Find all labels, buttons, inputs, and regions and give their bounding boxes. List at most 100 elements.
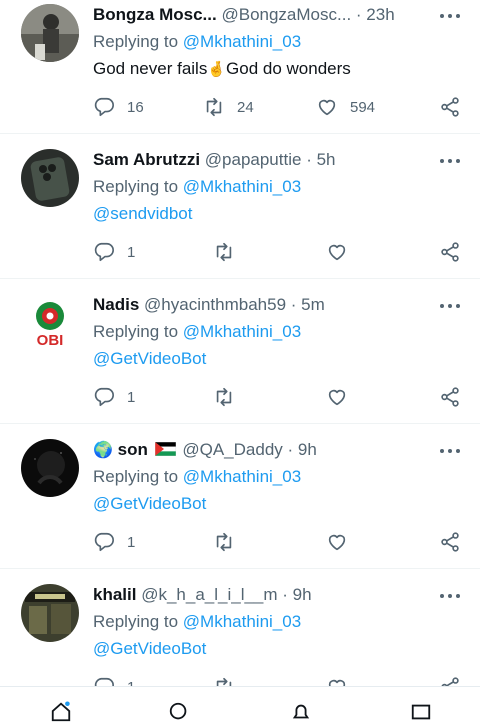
avatar-text: OBI bbox=[37, 332, 64, 349]
reply-icon bbox=[94, 387, 114, 407]
display-name[interactable]: khalil bbox=[93, 585, 136, 604]
bottom-nav-bar bbox=[0, 686, 480, 722]
avatar[interactable] bbox=[21, 584, 79, 642]
like-button[interactable] bbox=[326, 386, 348, 408]
reply-button[interactable]: 1 bbox=[93, 241, 135, 263]
replying-to: Replying to @Mkhathini_03 bbox=[93, 612, 302, 631]
reply-to-link[interactable]: @Mkhathini_03 bbox=[183, 32, 301, 51]
reply-to-link[interactable]: @Mkhathini_03 bbox=[183, 177, 301, 196]
tweet-text: @GetVideoBot bbox=[93, 348, 206, 370]
display-name[interactable]: Bongza Mosc... bbox=[93, 5, 217, 24]
share-icon bbox=[441, 242, 459, 262]
timestamp[interactable]: · 9h bbox=[288, 440, 317, 459]
retweet-icon bbox=[206, 97, 222, 117]
nav-search-icon[interactable] bbox=[168, 701, 190, 723]
handle[interactable]: @k_h_a_l_i_l__m bbox=[141, 585, 277, 604]
tweet-actions: 1 bbox=[93, 531, 465, 553]
share-button[interactable] bbox=[439, 241, 461, 263]
globe-emoji: 🌍 bbox=[93, 442, 113, 459]
like-button[interactable]: 594 bbox=[316, 96, 375, 118]
nav-notifications-icon[interactable] bbox=[290, 701, 312, 723]
replying-to: Replying to @Mkhathini_03 bbox=[93, 322, 302, 341]
retweet-icon bbox=[216, 242, 232, 262]
crossed-fingers-emoji: 🤞 bbox=[207, 61, 227, 78]
reply-icon bbox=[94, 242, 114, 262]
nav-messages-icon[interactable] bbox=[410, 701, 432, 723]
tweet-text: @GetVideoBot bbox=[93, 493, 206, 515]
replying-to: Replying to @Mkhathini_03 bbox=[93, 32, 302, 51]
replying-to: Replying to @Mkhathini_03 bbox=[93, 177, 302, 196]
display-name[interactable]: Sam Abrutzzi bbox=[93, 150, 200, 169]
reply-count: 1 bbox=[127, 243, 136, 261]
handle[interactable]: @BongzaMosc... bbox=[221, 5, 351, 24]
retweet-button[interactable] bbox=[213, 241, 235, 263]
display-name[interactable]: son bbox=[118, 440, 148, 459]
mention-link[interactable]: @GetVideoBot bbox=[93, 494, 206, 513]
handle[interactable]: @QA_Daddy bbox=[182, 440, 282, 459]
mention-link[interactable]: @GetVideoBot bbox=[93, 639, 206, 658]
timestamp[interactable]: · 23h bbox=[356, 5, 395, 24]
share-icon bbox=[441, 387, 459, 407]
like-count: 594 bbox=[350, 98, 376, 116]
timestamp[interactable]: · 5m bbox=[291, 295, 325, 314]
more-options-icon[interactable] bbox=[440, 448, 460, 454]
more-options-icon[interactable] bbox=[440, 13, 460, 19]
reply-button[interactable]: 1 bbox=[93, 531, 135, 553]
reply-count: 16 bbox=[127, 98, 144, 116]
handle[interactable]: @hyacinthmbah59 bbox=[144, 295, 286, 314]
tweet-header: Nadis @hyacinthmbah59 · 5m bbox=[93, 294, 420, 316]
avatar[interactable] bbox=[21, 439, 79, 497]
reply-count: 1 bbox=[127, 533, 136, 551]
like-button[interactable] bbox=[326, 241, 348, 263]
tweet-text: @sendvidbot bbox=[93, 203, 193, 225]
reply-to-link[interactable]: @Mkhathini_03 bbox=[183, 322, 301, 341]
nav-home-icon[interactable] bbox=[50, 701, 72, 723]
retweet-button[interactable] bbox=[213, 386, 235, 408]
tweet-header: khalil @k_h_a_l_i_l__m · 9h bbox=[93, 584, 420, 606]
reply-icon bbox=[94, 97, 114, 117]
avatar[interactable] bbox=[21, 149, 79, 207]
share-button[interactable] bbox=[439, 96, 461, 118]
mention-link[interactable]: @GetVideoBot bbox=[93, 349, 206, 368]
heart-icon bbox=[328, 389, 346, 406]
more-options-icon[interactable] bbox=[440, 158, 460, 164]
retweet-icon bbox=[216, 532, 232, 552]
share-icon bbox=[441, 97, 459, 117]
share-icon bbox=[441, 532, 459, 552]
heart-icon bbox=[328, 244, 346, 261]
share-button[interactable] bbox=[439, 386, 461, 408]
timestamp[interactable]: · 9h bbox=[282, 585, 311, 604]
tweet-actions: 1 bbox=[93, 241, 465, 263]
flag-icon bbox=[154, 440, 176, 457]
reply-button[interactable]: 16 bbox=[93, 96, 144, 118]
retweet-count: 24 bbox=[237, 98, 254, 116]
more-options-icon[interactable] bbox=[440, 593, 460, 599]
timestamp[interactable]: · 5h bbox=[306, 150, 335, 169]
tweet-1[interactable]: Bongza Mosc... @BongzaMosc... · 23h Repl… bbox=[0, 0, 480, 134]
tweet-header: Sam Abrutzzi @papaputtie · 5h bbox=[93, 149, 420, 171]
heart-icon bbox=[318, 99, 336, 116]
tweet-3[interactable]: OBI Nadis @hyacinthmbah59 · 5m Replying … bbox=[0, 279, 480, 424]
reply-button[interactable]: 1 bbox=[93, 386, 135, 408]
avatar[interactable] bbox=[21, 4, 79, 62]
like-button[interactable] bbox=[326, 531, 348, 553]
reply-icon bbox=[94, 532, 114, 552]
retweet-icon bbox=[216, 387, 232, 407]
handle[interactable]: @papaputtie bbox=[205, 150, 302, 169]
share-button[interactable] bbox=[439, 531, 461, 553]
tweet-4[interactable]: 🌍 son @QA_Daddy · 9h Replying to @Mkhath… bbox=[0, 424, 480, 569]
retweet-button[interactable]: 24 bbox=[203, 96, 254, 118]
reply-to-link[interactable]: @Mkhathini_03 bbox=[183, 467, 301, 486]
tweet-actions: 16 24 594 bbox=[93, 96, 465, 118]
replying-to: Replying to @Mkhathini_03 bbox=[93, 467, 302, 486]
heart-icon bbox=[328, 534, 346, 551]
reply-count: 1 bbox=[127, 388, 136, 406]
reply-to-link[interactable]: @Mkhathini_03 bbox=[183, 612, 301, 631]
more-options-icon[interactable] bbox=[440, 303, 460, 309]
tweet-header: Bongza Mosc... @BongzaMosc... · 23h bbox=[93, 4, 420, 26]
avatar[interactable]: OBI bbox=[21, 294, 79, 352]
mention-link[interactable]: @sendvidbot bbox=[93, 204, 193, 223]
display-name[interactable]: Nadis bbox=[93, 295, 139, 314]
tweet-2[interactable]: Sam Abrutzzi @papaputtie · 5h Replying t… bbox=[0, 134, 480, 279]
retweet-button[interactable] bbox=[213, 531, 235, 553]
